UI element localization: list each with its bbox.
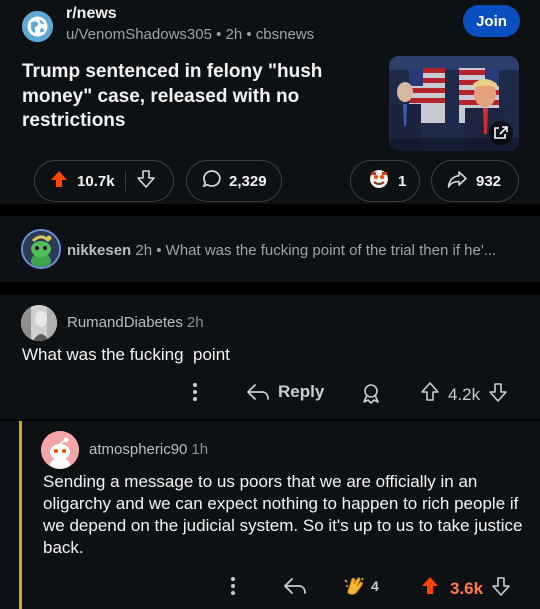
comment: atmospheric90 1h Sending a message to us …: [0, 421, 540, 609]
award-icon: [368, 168, 390, 195]
downvote-icon[interactable]: [491, 575, 511, 602]
post-meta: u/VenomShadows305 • 2h • cbsnews: [66, 26, 315, 43]
upvote-icon[interactable]: [49, 169, 69, 194]
photo-avatar-icon: [21, 305, 57, 341]
clapping-hands-award-icon: [344, 577, 364, 595]
upvote-icon[interactable]: [420, 381, 440, 408]
vote-divider: [124, 171, 126, 191]
comment-vote: 4.2k: [420, 381, 508, 408]
comment-username[interactable]: nikkesen: [67, 242, 131, 259]
share-count: 932: [476, 172, 502, 190]
post-thumbnail[interactable]: [389, 56, 519, 151]
comments-button[interactable]: 2,329: [186, 160, 282, 202]
reply-arrow-icon: [247, 384, 269, 400]
user-avatar[interactable]: [21, 229, 61, 269]
upvote-icon[interactable]: [420, 575, 440, 602]
reply-button[interactable]: [283, 575, 307, 597]
comment-body: Sending a message to us poors that we ar…: [43, 472, 523, 557]
comment-count: 2,329: [229, 172, 267, 190]
award-count: 4: [371, 578, 379, 594]
comment-body: What was the fucking point: [22, 345, 230, 364]
vote-count: 3.6k: [450, 578, 484, 598]
downvote-icon[interactable]: [136, 169, 156, 194]
post-upvote-count: 10.7k: [77, 172, 115, 190]
comment-header: atmospheric90 1h: [89, 441, 208, 458]
comment-header: RumandDiabetes 2h: [67, 314, 204, 331]
subreddit-name[interactable]: r/news: [66, 5, 117, 23]
vote-count: 4.2k: [448, 384, 481, 404]
comment-time: 2h: [135, 242, 153, 259]
collapsed-comment-line: nikkesen 2h • What was the fucking point…: [67, 242, 496, 259]
post-card[interactable]: r/news u/VenomShadows305 • 2h • cbsnews …: [0, 0, 540, 204]
comment-actions: 4 3.6k: [0, 571, 540, 603]
share-arrow-icon: [446, 168, 468, 195]
user-avatar[interactable]: [41, 431, 79, 469]
comment-username[interactable]: RumandDiabetes: [67, 314, 183, 331]
award-count: 1: [398, 172, 407, 190]
post-title[interactable]: Trump sentenced in felony "hush money" c…: [22, 60, 367, 134]
award-button[interactable]: 4: [343, 575, 379, 597]
award-outline-icon: [363, 384, 379, 404]
comment-username[interactable]: atmospheric90: [89, 441, 187, 458]
award-button[interactable]: 1: [350, 160, 420, 202]
comment-bubble-icon: [201, 168, 223, 195]
reply-arrow-icon: [284, 578, 306, 594]
award-button[interactable]: [360, 382, 382, 404]
more-options-icon[interactable]: [190, 381, 200, 403]
share-button[interactable]: 932: [431, 160, 519, 202]
post-vote-bar: 10.7k: [34, 160, 174, 202]
reply-button[interactable]: Reply: [246, 381, 324, 403]
collapsed-comment[interactable]: nikkesen 2h • What was the fucking point…: [0, 216, 540, 282]
snoo-avatar-icon: [23, 231, 59, 267]
reply-label: Reply: [278, 382, 325, 401]
more-options-icon[interactable]: [228, 575, 238, 597]
comment-time: 1h: [191, 441, 209, 458]
globe-icon: [22, 11, 53, 42]
comment-vote: 3.6k: [420, 575, 511, 602]
downvote-icon[interactable]: [488, 381, 508, 408]
external-link-icon[interactable]: [489, 121, 513, 145]
comment: RumandDiabetes 2h What was the fucking po…: [0, 295, 540, 419]
collapsed-preview-text: • What was the fucking point of the tria…: [156, 242, 497, 259]
join-button[interactable]: Join: [463, 5, 520, 37]
subreddit-avatar[interactable]: [22, 11, 53, 42]
user-avatar[interactable]: [21, 305, 57, 341]
snoo-avatar-icon: [41, 431, 79, 469]
comment-actions: Reply 4.2k: [0, 377, 540, 409]
comment-time: 2h: [186, 314, 204, 331]
